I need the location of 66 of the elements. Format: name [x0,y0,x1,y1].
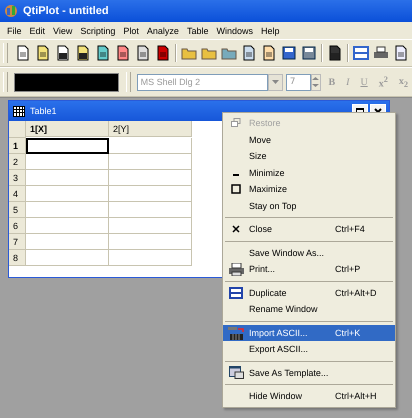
shape-document-icon[interactable] [155,45,171,61]
column-header[interactable]: 1[X] [26,121,109,137]
document-icon[interactable] [393,45,409,61]
row-header[interactable]: 4 [9,186,26,202]
dropdown-button[interactable] [268,74,283,90]
menu-item[interactable]: Help [256,26,284,36]
menu-item[interactable]: Print... Ctrl+P [223,261,395,278]
function-document-icon[interactable] [135,45,151,61]
table-document-icon[interactable] [55,45,71,61]
spin-arrows-icon [312,76,320,88]
table-document-icon[interactable] [75,45,91,61]
menu-item[interactable]: Save Window As... [223,244,395,261]
document-icon[interactable] [261,45,277,61]
menu-item[interactable]: Size [223,148,395,164]
graph-document-icon[interactable] [115,45,131,61]
row-header[interactable]: 5 [9,202,26,218]
menu-item[interactable]: Save As Template... [223,364,395,381]
menu-item[interactable]: Rename Window [223,301,395,318]
menu-item[interactable]: Edit [26,26,50,36]
import-table-icon[interactable] [327,45,343,61]
menu-item[interactable]: Scripting [76,26,120,36]
color-picker[interactable] [14,72,119,92]
row-header[interactable]: 6 [9,218,26,234]
menu-item[interactable]: Export ASCII... [223,341,395,358]
close-icon [232,225,240,234]
row-header[interactable]: 3 [9,170,26,186]
table-cell[interactable] [26,138,109,154]
row-header[interactable]: 1 [9,138,26,154]
menu-item[interactable]: Hide Window Ctrl+Alt+H [223,388,395,404]
folder-document-icon[interactable] [35,45,51,61]
app-logo-icon [4,4,18,18]
table-window-title: Table1 [30,106,57,116]
menu-item[interactable]: Minimize [223,164,395,181]
column-header[interactable]: 2[Y] [109,121,192,137]
printer-icon [228,262,244,276]
window-icon [229,286,243,299]
note-document-icon[interactable] [95,45,111,61]
import-table-icon [228,326,244,340]
row-header[interactable]: 8 [9,250,26,266]
restore-icon [231,118,241,128]
menu-item[interactable]: Move [223,132,395,148]
new-document-icon[interactable] [15,45,31,61]
menu-item[interactable]: Analyze [142,26,183,36]
window-icon[interactable] [353,45,369,61]
row-header[interactable]: 2 [9,154,26,170]
document-icon[interactable] [241,45,257,61]
menu-item[interactable]: Duplicate Ctrl+Alt+D [223,284,395,301]
save-icon[interactable] [281,45,297,61]
window-title: QtiPlot - untitled [23,5,109,17]
menu-item[interactable]: Maximize [223,181,395,198]
menu-item[interactable]: File [3,26,26,36]
menu-item[interactable]: View [49,26,76,36]
printer-icon[interactable] [373,45,389,61]
menu-item[interactable]: Windows [212,26,257,36]
maximize-icon [231,184,241,194]
menu-item[interactable]: Plot [119,26,143,36]
menu-item[interactable]: Table [182,26,212,36]
menu-item[interactable]: Stay on Top [223,198,395,214]
save-window-icon [228,366,244,380]
save-icon[interactable] [301,45,317,61]
table-icon [13,106,25,116]
menu-item[interactable]: Close Ctrl+F4 [223,221,395,238]
menu-item[interactable]: Import ASCII... Ctrl+K [223,324,395,341]
row-header[interactable]: 7 [9,234,26,250]
spin-buttons[interactable] [310,74,322,90]
caret-icon [272,80,279,84]
